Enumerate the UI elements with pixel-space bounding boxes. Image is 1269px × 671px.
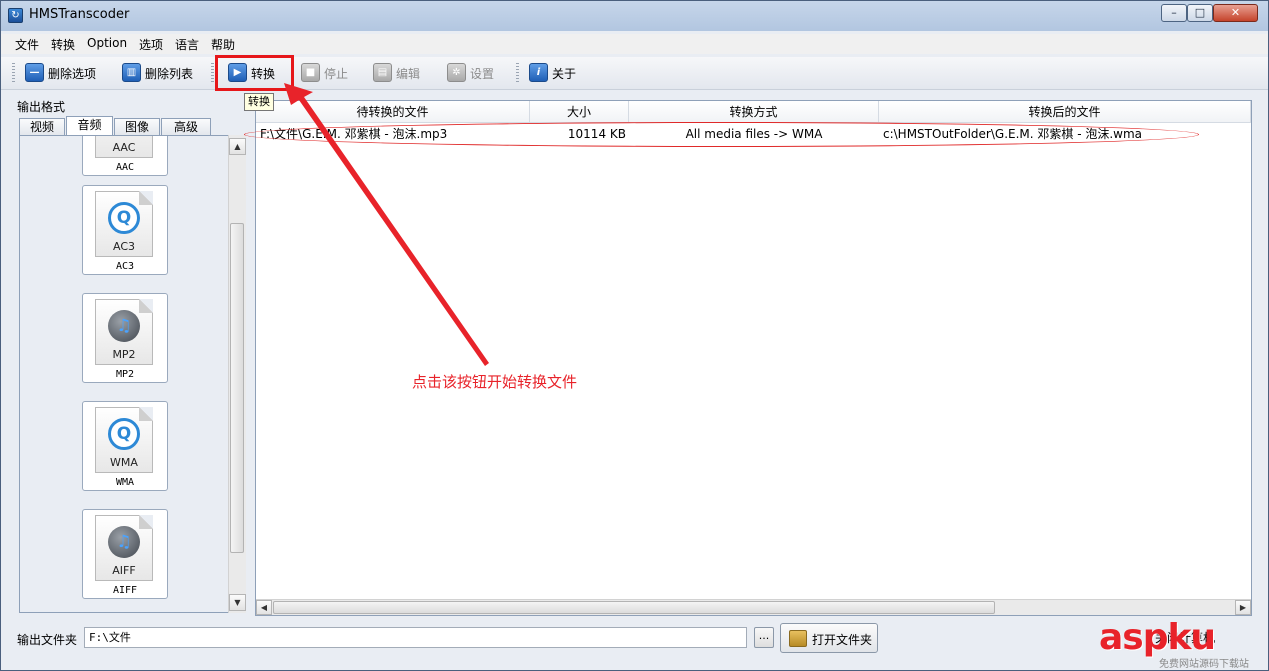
watermark-logo: aspku xyxy=(1099,617,1216,658)
output-folder-input[interactable]: F:\文件 xyxy=(84,627,747,648)
annotation-text: 点击该按钮开始转换文件 xyxy=(412,373,578,391)
folder-icon xyxy=(789,630,807,647)
open-folder-button[interactable]: 打开文件夹 xyxy=(780,623,878,653)
output-folder-label: 输出文件夹 xyxy=(17,633,78,647)
open-folder-label: 打开文件夹 xyxy=(812,633,873,647)
bottom-bar: 输出文件夹 F:\文件 ... 打开文件夹 关闭计算机 xyxy=(1,621,1268,670)
arrow-shape xyxy=(284,83,489,366)
browse-button[interactable]: ... xyxy=(754,627,774,648)
annotation-arrow xyxy=(284,83,489,366)
watermark: aspku 免费网站源码下载站 xyxy=(1099,617,1268,670)
watermark-subtitle: 免费网站源码下载站 xyxy=(1159,659,1249,670)
app-window: ↻ HMSTranscoder – □ ✕ 文件 转换 Option 选项 语言… xyxy=(0,0,1269,671)
